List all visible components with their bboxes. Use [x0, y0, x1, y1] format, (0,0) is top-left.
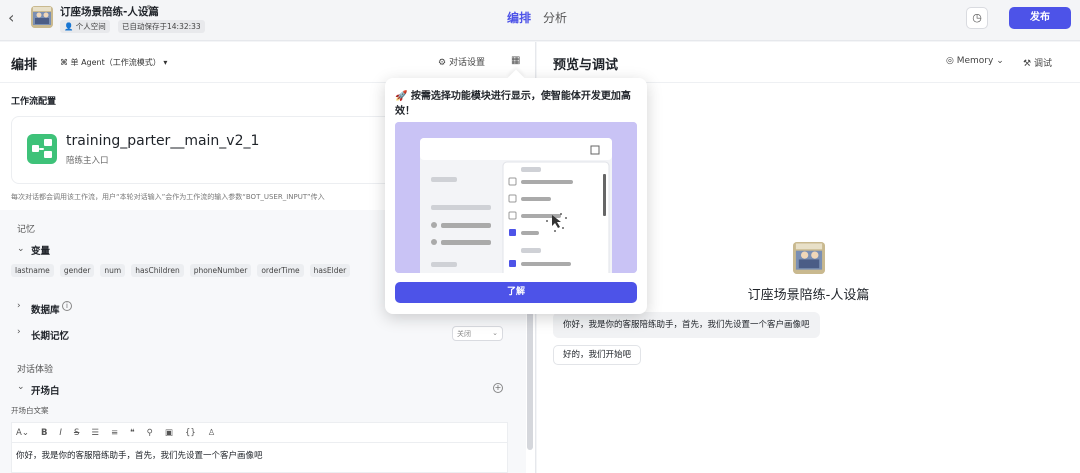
workflow-note: 每次对话都会调用该工作流，用户“本轮对话输入”会作为工作流的输入参数“BOT_U… — [11, 193, 325, 201]
back-arrow-icon[interactable]: ‹ — [8, 9, 22, 27]
variable-chip: orderTime — [257, 264, 304, 277]
bot-message: 你好，我是你的客服陪练助手，首先，我们先设置一个客户画像吧 — [553, 312, 820, 338]
chevron-right-icon[interactable]: › — [17, 327, 21, 337]
long-memory-select[interactable]: 关闭 ⌄ — [452, 326, 503, 341]
agent-mode-icon: ⌘ — [60, 58, 68, 67]
agent-mode-label: 单 Agent（工作流模式） — [70, 58, 161, 67]
workflow-icon — [27, 134, 57, 164]
feature-tip-popover: 🚀 按需选择功能模块进行显示，使智能体开发更加高效！ 了解 — [385, 69, 647, 314]
dialog-settings-button[interactable]: ⚙ 对话设置 — [438, 55, 485, 68]
chevron-down-icon: ⌄ — [492, 329, 498, 337]
variable-chip: num — [100, 264, 126, 277]
module-grid-icon[interactable]: ▦ — [511, 55, 520, 66]
editor-toolbar: A⌄ B I S ☰ ≡ ❝ ⚲ ▣ {} ♙ — [11, 422, 508, 442]
user-icon: 👤 — [64, 22, 74, 31]
top-bar: ‹ 订座场景陪练-人设篇 ✎ 👤 个人空间 已自动保存于14:32:33 编排 … — [0, 0, 1080, 41]
text-style-icon[interactable]: A⌄ — [16, 428, 29, 438]
memory-icon: ◎ — [946, 56, 954, 66]
workflow-subtitle: 陪练主入口 — [66, 156, 109, 166]
quote-icon[interactable]: ❝ — [130, 428, 135, 438]
agent-mode-select[interactable]: ⌘ 单 Agent（工作流模式） ▾ — [60, 57, 167, 68]
debug-icon: ⚒ — [1023, 59, 1032, 69]
opener-copy-label: 开场白文案 — [11, 406, 49, 415]
autosave-status: 已自动保存于14:32:33 — [118, 20, 205, 33]
space-tag: 👤 个人空间 — [60, 20, 110, 33]
variable-chip: phoneNumber — [189, 264, 252, 277]
long-memory-label[interactable]: 长期记忆 — [31, 328, 69, 342]
link-icon[interactable]: ⚲ — [147, 428, 153, 438]
variable-chip: gender — [59, 264, 95, 277]
variables-label[interactable]: 变量 — [31, 243, 50, 257]
bullet-list-icon[interactable]: ☰ — [91, 428, 99, 438]
suggested-reply[interactable]: 好的，我们开始吧 — [553, 345, 642, 365]
opener-label[interactable]: 开场白 — [31, 383, 60, 397]
got-it-button[interactable]: 了解 — [395, 282, 637, 303]
opener-editor[interactable]: 你好，我是你的客服陪练助手，首先，我们先设置一个客户画像吧 — [11, 442, 508, 473]
numbered-list-icon[interactable]: ≡ — [111, 428, 118, 438]
long-memory-value: 关闭 — [457, 330, 471, 338]
workflow-card[interactable]: training_parter__main_v2_1 陪练主入口 — [11, 116, 401, 184]
variable-chips: lastname gender num hasChildren phoneNum… — [11, 264, 351, 277]
chevron-right-icon[interactable]: › — [17, 301, 21, 311]
info-icon[interactable]: i — [62, 301, 72, 311]
italic-icon[interactable]: I — [59, 428, 62, 438]
mention-icon[interactable]: ♙ — [208, 428, 216, 438]
debug-label: 调试 — [1033, 59, 1052, 69]
popover-text: 🚀 按需选择功能模块进行显示，使智能体开发更加高效！ — [395, 91, 631, 117]
preview-title: 预览与调试 — [553, 58, 619, 73]
tab-edit[interactable]: 编排 — [507, 9, 531, 26]
memory-button[interactable]: ◎ Memory ⌄ — [946, 56, 1004, 66]
image-icon[interactable]: ▣ — [165, 428, 173, 438]
memory-label: Memory — [956, 56, 994, 66]
history-button[interactable]: ◷ — [966, 7, 988, 29]
edit-icon[interactable]: ✎ — [146, 4, 154, 15]
popover-illustration — [395, 122, 637, 273]
preview-bot-avatar — [793, 242, 825, 274]
bot-avatar — [31, 6, 53, 28]
chevron-down-icon[interactable]: ⌄ — [17, 244, 25, 254]
debug-button[interactable]: ⚒ 调试 — [1023, 56, 1052, 69]
workflow-config-heading: 工作流配置 — [11, 97, 57, 107]
variable-chip: lastname — [11, 264, 54, 277]
workflow-name: training_parter__main_v2_1 — [66, 133, 260, 149]
caret-down-icon: ▾ — [163, 58, 168, 67]
code-icon[interactable]: {} — [185, 428, 196, 438]
dialog-settings-label: 对话设置 — [448, 58, 485, 68]
memory-section-label: 记忆 — [17, 225, 36, 235]
history-icon: ◷ — [972, 11, 982, 24]
publish-button[interactable]: 发布 — [1009, 7, 1071, 29]
strikethrough-icon[interactable]: S — [74, 428, 79, 438]
bold-icon[interactable]: B — [41, 428, 47, 438]
add-icon[interactable]: + — [493, 383, 503, 393]
dialog-experience-label: 对话体验 — [17, 365, 54, 375]
space-tag-label: 个人空间 — [75, 22, 106, 31]
chevron-down-icon[interactable]: ⌄ — [17, 382, 25, 392]
bot-title: 订座场景陪练-人设篇 — [60, 6, 159, 18]
settings-icon: ⚙ — [438, 58, 447, 68]
variable-chip: hasChildren — [131, 264, 184, 277]
panel-title: 编排 — [11, 58, 38, 73]
chevron-down-icon: ⌄ — [996, 56, 1004, 66]
database-label[interactable]: 数据库 — [31, 302, 60, 316]
variable-chip: hasElder — [309, 264, 351, 277]
tab-analyze[interactable]: 分析 — [543, 9, 567, 26]
